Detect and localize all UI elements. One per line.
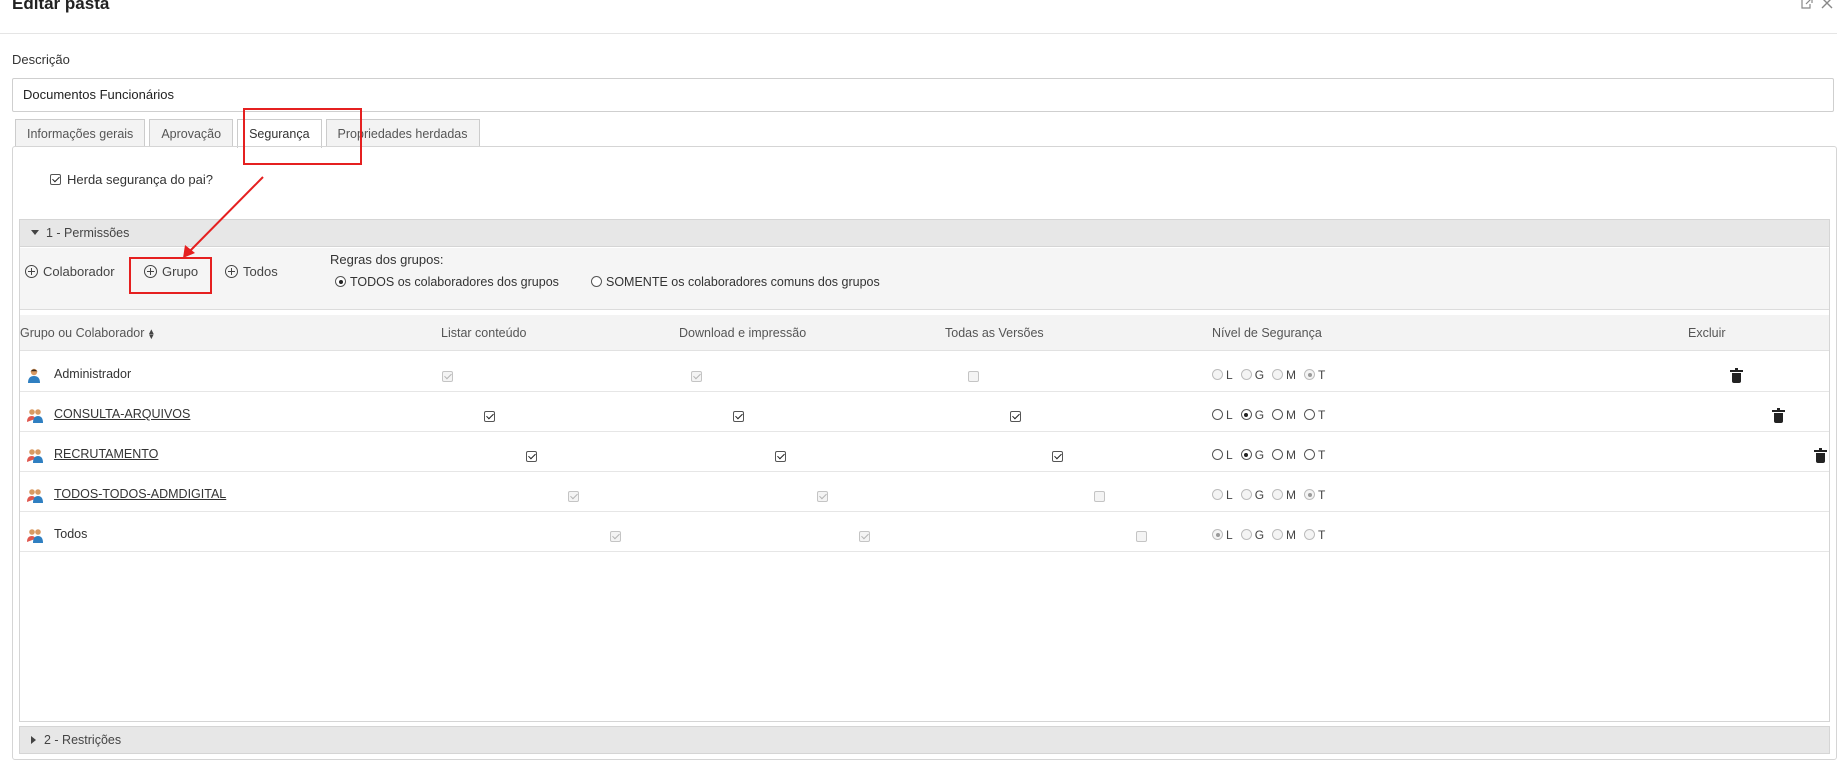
- annotation-arrow-icon: [183, 176, 264, 258]
